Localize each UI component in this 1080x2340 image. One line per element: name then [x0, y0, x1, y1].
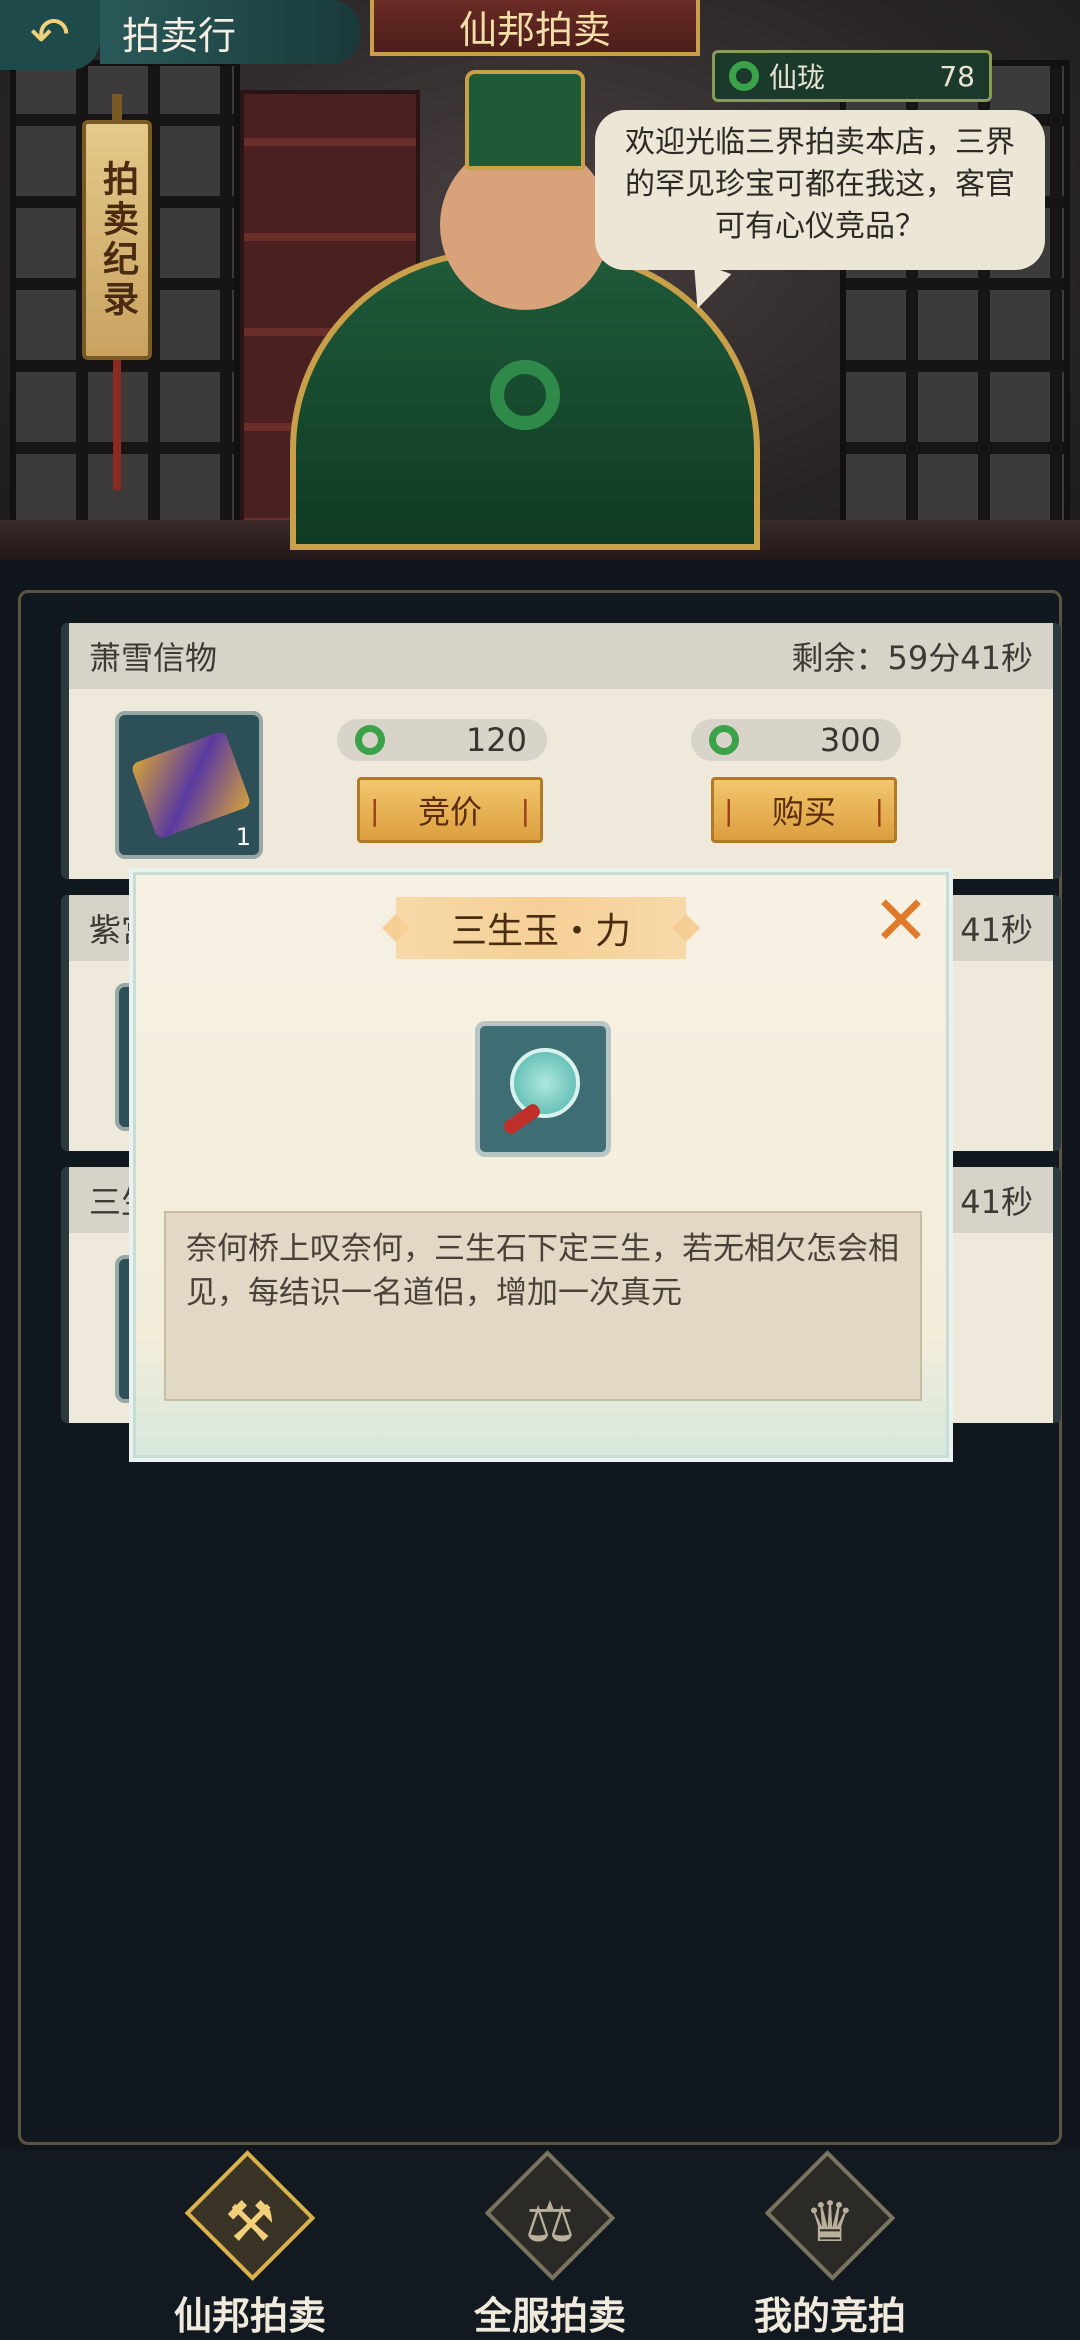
- buy-price-value: 300: [819, 721, 881, 759]
- speech-bubble: 欢迎光临三界拍卖本店，三界的罕见珍宝可都在我这，客官可有心仪竞品？: [595, 110, 1045, 270]
- merchant-jade-pendant: [490, 360, 560, 430]
- banner-title: 仙邦拍卖: [370, 0, 700, 56]
- jade-ring-icon: [729, 61, 759, 91]
- bottom-nav: ⚒ 仙邦拍卖 ⚖ 全服拍卖 ♛ 我的竞拍: [0, 2150, 1080, 2340]
- nav-label: 全服拍卖: [473, 2294, 626, 2338]
- currency-name: 仙珑: [769, 61, 826, 94]
- modal-title: 三生玉・力: [396, 897, 686, 959]
- auction-record-button[interactable]: 拍卖纪录: [82, 94, 152, 360]
- currency-display: 仙珑 78: [712, 50, 992, 102]
- buy-button-label: 购买: [771, 793, 836, 831]
- bid-price: 120: [337, 719, 547, 761]
- remaining-time: 剩余：59分41秒: [791, 639, 1033, 677]
- card-header: 萧雪信物 剩余：59分41秒: [69, 623, 1053, 689]
- item-description: 奈何桥上叹奈何，三生石下定三生，若无相欠怎会相见，每结识一名道侣，增加一次真元: [164, 1211, 922, 1401]
- auction-item-card: 萧雪信物 剩余：59分41秒 1 120 竞价 300 购买: [61, 623, 1061, 879]
- item-name: 萧雪信物: [89, 639, 218, 677]
- tassel-decoration: [113, 360, 121, 490]
- close-icon[interactable]: ✕: [868, 888, 934, 956]
- bid-icon: ♛: [804, 2190, 856, 2255]
- currency-value: 78: [939, 59, 975, 93]
- back-arrow-icon: ↶: [29, 7, 71, 63]
- speech-text: 欢迎光临三界拍卖本店，三界的罕见珍宝可都在我这，客官可有心仪竞品？: [625, 125, 1015, 244]
- jade-pendant-icon: [510, 1048, 580, 1118]
- item-icon-slot[interactable]: 1: [115, 711, 263, 859]
- token-scroll-icon: [130, 730, 252, 840]
- item-icon-slot: [475, 1021, 611, 1157]
- bid-button[interactable]: 竞价: [357, 777, 543, 843]
- remaining-time: 41秒: [960, 911, 1033, 949]
- item-quantity: 1: [235, 823, 251, 851]
- nav-label: 我的竞拍: [753, 2294, 906, 2338]
- nav-label: 仙邦拍卖: [173, 2294, 326, 2338]
- back-button[interactable]: ↶: [0, 0, 100, 70]
- nav-server-auction[interactable]: ⚖ 全服拍卖: [420, 2150, 680, 2340]
- remaining-time: 41秒: [960, 1183, 1033, 1221]
- jade-ring-icon: [355, 725, 385, 755]
- scales-icon: ⚖: [524, 2190, 576, 2255]
- page-title: 拍卖行: [100, 0, 360, 64]
- bid-button-label: 竞价: [417, 793, 482, 831]
- gavel-icon: ⚒: [224, 2190, 276, 2255]
- item-detail-modal: 三生玉・力 ✕ 奈何桥上叹奈何，三生石下定三生，若无相欠怎会相见，每结识一名道侣…: [133, 872, 949, 1458]
- merchant-hat: [465, 70, 585, 170]
- nav-my-bids[interactable]: ♛ 我的竞拍: [700, 2150, 960, 2340]
- jade-ring-icon: [709, 725, 739, 755]
- bid-price-value: 120: [465, 721, 527, 759]
- nav-xianbang-auction[interactable]: ⚒ 仙邦拍卖: [120, 2150, 380, 2340]
- buy-price: 300: [691, 719, 901, 761]
- buy-button[interactable]: 购买: [711, 777, 897, 843]
